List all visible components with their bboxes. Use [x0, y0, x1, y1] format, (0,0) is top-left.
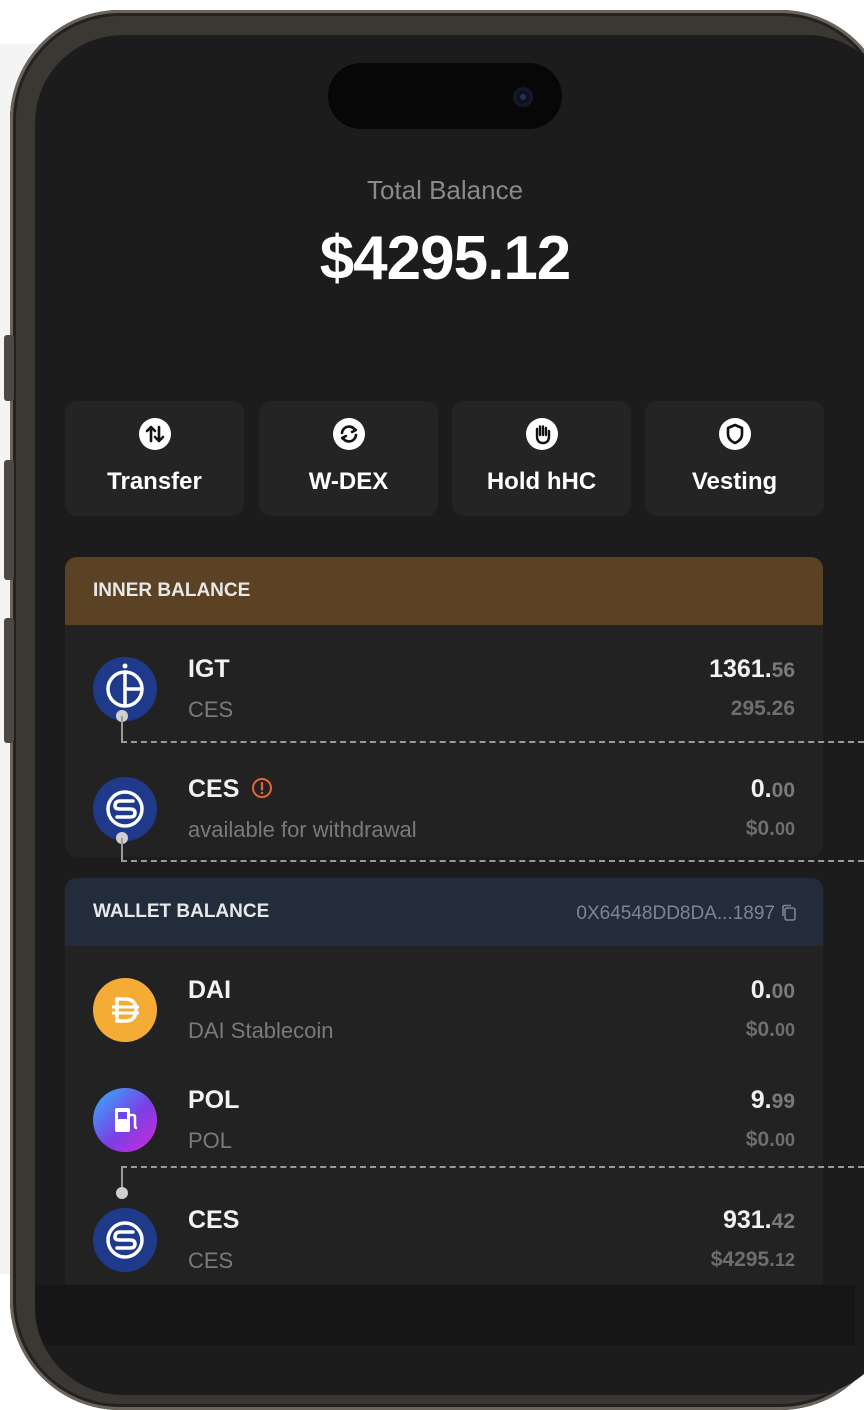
asset-value-dec: 12 [774, 1250, 795, 1270]
asset-value: $0.00 [746, 817, 795, 841]
connector-line [121, 1166, 123, 1188]
asset-amount-int: 1361. [709, 655, 772, 683]
shield-icon [718, 418, 751, 450]
asset-amount: 9.99 [751, 1086, 795, 1115]
asset-value: $0.00 [746, 1018, 795, 1042]
asset-row-ces-wallet[interactable]: CES CES 931.42 $4295.12 [65, 1196, 823, 1296]
pol-gas-icon [93, 1088, 157, 1152]
asset-amount-int: 9. [750, 1086, 772, 1114]
dynamic-island [328, 63, 562, 129]
wallet-address-text: 0X64548DD8DA...1897 [576, 903, 775, 924]
asset-name: CES [188, 1206, 240, 1234]
asset-subtitle: available for withdrawal [188, 817, 417, 842]
asset-value: 295.26 [731, 697, 795, 721]
wallet-balance-title: WALLET BALANCE [93, 901, 270, 922]
transfer-button[interactable]: Transfer [65, 401, 244, 516]
connector-dashed-line [121, 860, 864, 862]
w-dex-label: W-DEX [308, 468, 389, 495]
asset-value: $0.00 [746, 1128, 795, 1152]
connector-dashed-line [121, 1166, 864, 1168]
total-balance-label: Total Balance [366, 175, 524, 205]
asset-name: DAI [188, 976, 232, 1004]
asset-value-int: $4295. [710, 1248, 775, 1271]
hold-hhc-button[interactable]: Hold hHC [452, 401, 631, 516]
transfer-icon [138, 418, 171, 450]
asset-row-igt[interactable]: IGT CES 1361.56 295.26 [65, 645, 823, 745]
asset-amount-dec: 56 [771, 659, 795, 682]
asset-value: $4295.12 [711, 1248, 795, 1272]
phone-volume-down-button [4, 618, 14, 743]
wallet-address[interactable]: 0X64548DD8DA...1897 [576, 901, 796, 925]
hand-icon [525, 418, 558, 450]
asset-row-dai[interactable]: DAI DAI Stablecoin 0.00 $0.00 [65, 966, 823, 1066]
asset-amount-dec: 00 [771, 779, 795, 802]
dai-coin-icon [93, 978, 157, 1042]
phone-side-button [4, 335, 14, 401]
vesting-label: Vesting [691, 468, 778, 495]
wallet-balance-header: WALLET BALANCE 0X64548DD8DA...1897 [65, 878, 823, 946]
asset-amount: 1361.56 [709, 655, 795, 684]
asset-value-int: $0. [745, 1128, 775, 1151]
connector-dashed-line [121, 741, 864, 743]
vesting-button[interactable]: Vesting [645, 401, 824, 516]
warning-icon[interactable] [251, 777, 273, 799]
copy-icon[interactable] [781, 904, 796, 921]
asset-row-ces-inner[interactable]: CES available for withdrawal 0.00 $0.00 [65, 765, 823, 857]
asset-subtitle: POL [188, 1128, 233, 1153]
phone-screen: Total Balance $4295.12 Transfer W-DEX Ho… [35, 35, 864, 1395]
asset-name: POL [188, 1086, 240, 1114]
screen-bottom-area [35, 1285, 855, 1345]
hold-hhc-label: Hold hHC [486, 468, 597, 495]
asset-name: IGT [188, 655, 230, 683]
asset-subtitle: CES [188, 1248, 234, 1273]
wallet-balance-card: WALLET BALANCE 0X64548DD8DA...1897 DAI D… [65, 878, 823, 1298]
camera-icon [513, 87, 533, 107]
asset-amount-int: 0. [750, 775, 772, 803]
asset-amount: 0.00 [751, 976, 795, 1005]
inner-balance-card: INNER BALANCE IGT CES 1361.56 295.26 CES… [65, 557, 823, 857]
inner-balance-header: INNER BALANCE [65, 557, 823, 625]
asset-value-dec: 00 [774, 1130, 795, 1150]
connector-dot [116, 1187, 128, 1199]
w-dex-button[interactable]: W-DEX [259, 401, 438, 516]
asset-value-int: 295.26 [730, 697, 795, 720]
asset-name-text: CES [188, 775, 240, 803]
total-balance-amount: $4295.12 [319, 224, 572, 293]
asset-amount-dec: 42 [771, 1210, 795, 1233]
asset-amount-dec: 00 [771, 980, 795, 1003]
asset-row-pol[interactable]: POL POL 9.99 $0.00 [65, 1076, 823, 1176]
asset-amount-dec: 99 [771, 1090, 795, 1113]
ces-coin-icon [93, 777, 157, 841]
phone-volume-up-button [4, 460, 14, 580]
asset-subtitle: CES [188, 697, 234, 722]
asset-value-int: $0. [745, 1018, 775, 1041]
connector-line [121, 838, 123, 861]
asset-subtitle: DAI Stablecoin [188, 1018, 334, 1043]
swap-icon [332, 418, 365, 450]
asset-amount-int: 0. [750, 976, 772, 1004]
asset-value-dec: 00 [774, 1020, 795, 1040]
asset-amount: 931.42 [723, 1206, 795, 1235]
asset-amount: 0.00 [751, 775, 795, 804]
asset-value-dec: 00 [774, 819, 795, 839]
inner-balance-title: INNER BALANCE [93, 580, 251, 601]
action-bar: Transfer W-DEX Hold hHC Vesting [65, 401, 825, 516]
asset-amount-int: 931. [722, 1206, 772, 1234]
transfer-label: Transfer [107, 468, 202, 495]
ces-coin-icon [93, 1208, 157, 1272]
asset-value-int: $0. [745, 817, 775, 840]
connector-line [121, 716, 123, 742]
asset-name: CES [188, 775, 273, 804]
